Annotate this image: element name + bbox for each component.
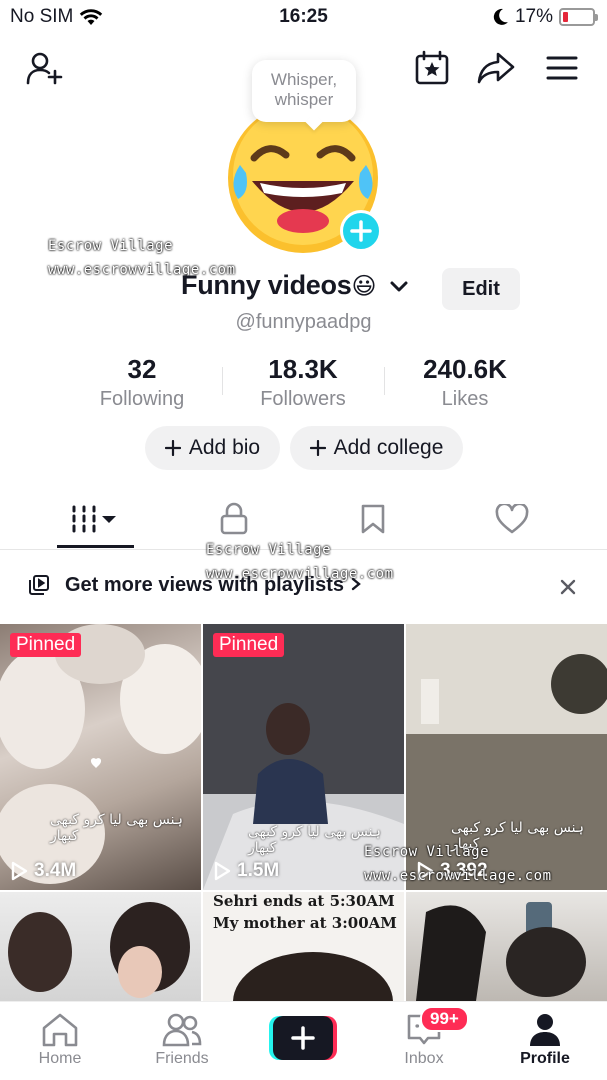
nav-inbox-label: Inbox xyxy=(404,1050,444,1067)
add-friend-icon[interactable] xyxy=(24,48,64,88)
plus-icon xyxy=(291,1026,315,1050)
view-count: 1.5M xyxy=(213,860,279,882)
chevron-right-icon xyxy=(351,577,361,591)
video-overlay-text-line2: My mother at 3:00AM xyxy=(213,914,397,932)
play-icon xyxy=(214,861,231,881)
add-bio-label: Add bio xyxy=(188,436,261,459)
bottom-nav: Home Friends Inbox 99+ Profile xyxy=(0,1001,607,1080)
name-row: Funny videos😃 Edit xyxy=(0,268,607,310)
video-caption: ہنس بھی لیا کرو کبھی کبھار xyxy=(50,812,184,844)
lock-icon xyxy=(220,502,248,535)
plus-icon xyxy=(164,440,181,456)
status-bar: No SIM 16:25 17% xyxy=(0,0,607,34)
playlist-icon xyxy=(29,575,49,595)
inbox-badge: 99+ xyxy=(420,1006,469,1032)
playlist-promo[interactable]: Get more views with playlists xyxy=(0,562,607,610)
stat-value: 18.3K xyxy=(268,354,338,384)
stat-following[interactable]: 32 Following xyxy=(62,354,222,411)
nav-profile[interactable]: Profile xyxy=(500,1010,590,1068)
display-name[interactable]: Funny videos😃 xyxy=(181,270,409,301)
stat-value: 32 xyxy=(127,354,157,384)
nav-home[interactable]: Home xyxy=(15,1010,105,1068)
play-icon xyxy=(11,861,28,881)
nav-friends-label: Friends xyxy=(155,1050,209,1067)
note-bubble[interactable]: Whisper, whisper xyxy=(252,60,356,122)
watermark: Escrow Village www.escrowvillage.com xyxy=(364,840,552,888)
moon-icon xyxy=(493,8,508,25)
stat-label: Followers xyxy=(260,388,346,410)
watermark-line2: www.escrowvillage.com xyxy=(364,868,552,884)
view-count-value: 3.4M xyxy=(34,860,77,881)
view-count: 3.4M xyxy=(10,860,76,882)
stat-value: 240.6K xyxy=(423,354,507,384)
add-bio-button[interactable]: Add bio xyxy=(145,426,280,470)
home-icon xyxy=(42,1013,78,1047)
status-right: 17% xyxy=(493,6,598,28)
bookmark-icon xyxy=(361,504,385,534)
nav-friends[interactable]: Friends xyxy=(137,1010,227,1068)
menu-icon[interactable] xyxy=(542,48,582,88)
username: @funnypaadpg xyxy=(235,311,372,333)
plus-icon xyxy=(350,220,372,242)
tab-videos[interactable] xyxy=(56,490,136,548)
video-thumbnail[interactable] xyxy=(0,892,201,1001)
add-avatar-button[interactable] xyxy=(340,210,382,252)
watermark-line1: Escrow Village xyxy=(48,238,174,254)
stat-label: Following xyxy=(99,388,185,410)
nav-profile-label: Profile xyxy=(520,1050,570,1067)
friends-icon xyxy=(162,1013,202,1047)
video-thumbnail[interactable] xyxy=(406,892,607,1001)
video-thumbnail[interactable]: Pinned ہنس بھی لیا کرو کبھی کبھار 3.4M xyxy=(0,624,201,890)
add-college-button[interactable]: Add college xyxy=(290,426,463,470)
profile-icon xyxy=(530,1014,560,1046)
watermark-line1: Escrow Village xyxy=(364,844,490,860)
create-button[interactable] xyxy=(269,1016,337,1060)
caret-down-icon xyxy=(102,516,116,523)
video-overlay-text-line1: Sehri ends at 5:30AM xyxy=(213,892,395,910)
pinned-badge: Pinned xyxy=(10,633,82,657)
nav-home-label: Home xyxy=(38,1050,82,1067)
active-tab-indicator xyxy=(57,545,134,548)
stat-followers[interactable]: 18.3K Followers xyxy=(223,354,383,411)
display-name-emoji: 😃 xyxy=(351,272,377,300)
playlist-promo-label: Get more views with playlists xyxy=(65,574,344,596)
display-name-text: Funny videos xyxy=(181,270,352,300)
add-college-label: Add college xyxy=(333,436,444,459)
edit-button[interactable]: Edit xyxy=(442,268,520,310)
tab-liked[interactable] xyxy=(472,490,552,548)
creator-tools-icon[interactable] xyxy=(412,48,452,88)
plus-icon xyxy=(309,440,326,456)
stat-likes[interactable]: 240.6K Likes xyxy=(385,354,545,411)
stat-label: Likes xyxy=(441,388,489,410)
view-count-value: 1.5M xyxy=(237,860,280,881)
pinned-badge: Pinned xyxy=(213,633,285,657)
close-icon[interactable] xyxy=(560,579,576,595)
video-thumbnail[interactable]: Sehri ends at 5:30AM My mother at 3:00AM xyxy=(203,892,404,1001)
note-bubble-text: Whisper, whisper xyxy=(270,70,338,109)
grid-icon xyxy=(72,505,116,533)
battery-icon xyxy=(559,8,598,26)
share-icon[interactable] xyxy=(476,48,516,88)
battery-percent: 17% xyxy=(514,6,553,27)
chevron-down-icon xyxy=(390,281,408,292)
heart-icon xyxy=(495,504,529,534)
playlist-promo-text: Get more views with playlists xyxy=(65,574,362,597)
watermark-line1: Escrow Village xyxy=(206,542,332,558)
